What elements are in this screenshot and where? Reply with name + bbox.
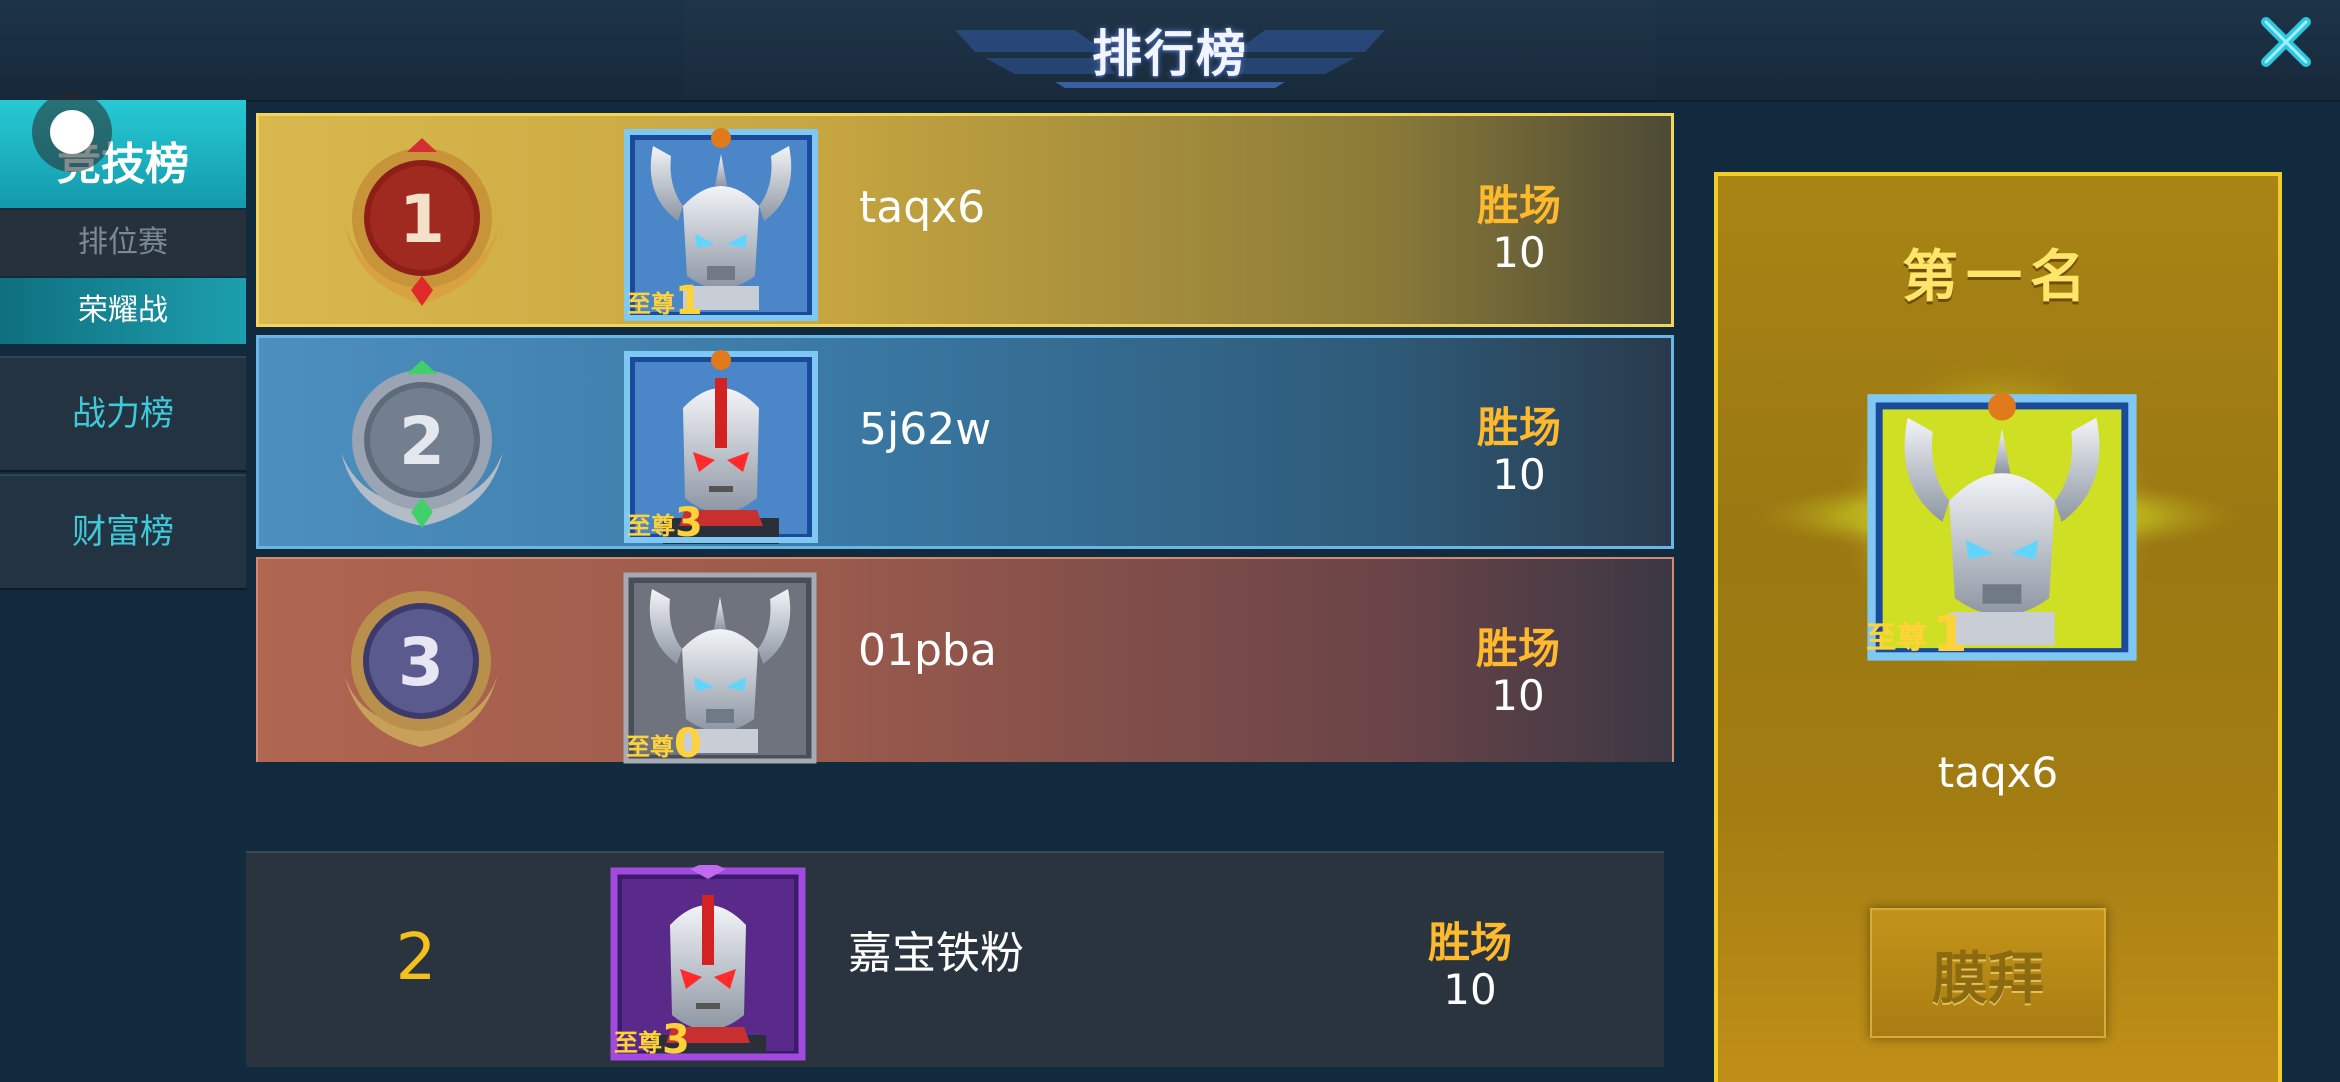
- svg-text:至尊: 至尊: [626, 733, 674, 761]
- my-name: 嘉宝铁粉: [848, 928, 1024, 979]
- my-wins-value: 10: [1443, 965, 1497, 1014]
- first-place-avatar[interactable]: 至尊 1: [1866, 390, 2138, 662]
- svg-text:至尊: 至尊: [627, 512, 675, 540]
- rank-row-3[interactable]: 3 至尊 0 01pba 胜场 10: [256, 557, 1674, 765]
- worship-button[interactable]: 膜拜: [1870, 908, 2106, 1038]
- svg-text:3: 3: [675, 500, 703, 544]
- subtab-ranked-match[interactable]: 排位赛: [0, 210, 246, 276]
- rank-row-2[interactable]: 2 至尊 3 5j62w 胜场 10: [256, 335, 1674, 549]
- player-name: 5j62w: [859, 404, 992, 455]
- page-title: 排行榜: [1092, 25, 1248, 83]
- wins-value: 10: [1492, 450, 1546, 499]
- subtab-glory-battle[interactable]: 荣耀战: [0, 278, 246, 344]
- wins-label: 胜场: [1475, 624, 1560, 673]
- svg-text:0: 0: [674, 721, 702, 765]
- player-avatar[interactable]: 至尊 1: [623, 126, 819, 322]
- player-avatar[interactable]: 至尊 3: [623, 348, 819, 544]
- bronze-medal-icon: 3: [344, 591, 498, 747]
- my-wins-label: 胜场: [1427, 918, 1512, 967]
- tab-wealth-ranking[interactable]: 财富榜: [0, 474, 246, 590]
- gold-medal-icon: 1: [345, 138, 499, 306]
- wins-value: 10: [1492, 228, 1546, 277]
- svg-text:1: 1: [399, 181, 445, 258]
- player-name: taqx6: [859, 182, 986, 233]
- my-rank-number: 2: [395, 921, 437, 995]
- worship-button-label: 膜拜: [1932, 947, 2044, 1012]
- svg-text:1: 1: [675, 278, 703, 322]
- svg-text:至尊: 至尊: [627, 290, 675, 318]
- tab-power-ranking[interactable]: 战力榜: [0, 356, 246, 472]
- svg-text:至尊: 至尊: [614, 1029, 662, 1057]
- svg-text:3: 3: [662, 1017, 690, 1061]
- first-place-name: taqx6: [1937, 748, 2059, 797]
- svg-text:2: 2: [399, 403, 445, 480]
- wins-label: 胜场: [1476, 403, 1561, 452]
- player-avatar[interactable]: 至尊 0: [622, 569, 818, 765]
- silver-medal-icon: 2: [341, 360, 503, 528]
- wins-value: 10: [1491, 671, 1545, 720]
- my-avatar[interactable]: 至尊 3: [610, 865, 806, 1061]
- player-name: 01pba: [858, 625, 997, 676]
- first-place-panel: 第一名 至尊 1 taqx6 膜拜: [1714, 172, 2282, 1082]
- first-place-title: 第一名: [1902, 245, 2094, 310]
- svg-text:1: 1: [1933, 605, 1968, 662]
- wins-label: 胜场: [1476, 181, 1561, 230]
- rank-row-1[interactable]: 1 至尊 1 taqx6 胜场 10: [256, 113, 1674, 327]
- close-icon[interactable]: [2258, 14, 2314, 70]
- touch-indicator: [32, 92, 112, 172]
- svg-text:至尊: 至尊: [1866, 621, 1927, 656]
- my-rank-row[interactable]: 2 至尊 3 嘉宝铁粉 胜场 10: [246, 851, 1664, 1067]
- svg-text:3: 3: [398, 624, 444, 701]
